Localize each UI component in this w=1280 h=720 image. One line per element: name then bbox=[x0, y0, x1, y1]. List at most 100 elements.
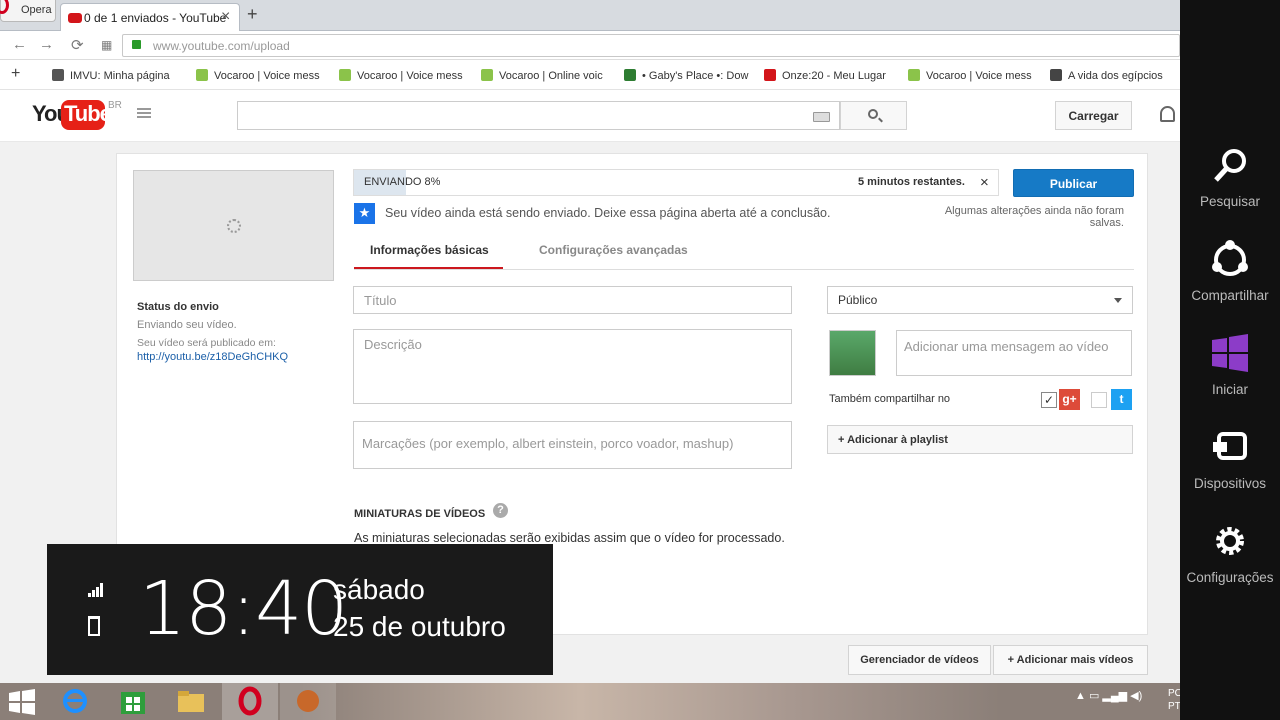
address-bar-row: ← → ⟳ ▦ www.youtube.com/upload bbox=[0, 31, 1180, 60]
charms-bar: Pesquisar Compartilhar Iniciar Dispositi… bbox=[1180, 0, 1280, 720]
privacy-value: Público bbox=[838, 293, 878, 307]
guide-menu-icon[interactable] bbox=[137, 112, 151, 114]
bookmark-favicon-icon bbox=[908, 69, 920, 81]
charm-devices-label: Dispositivos bbox=[1193, 476, 1267, 491]
loading-spinner-icon bbox=[227, 219, 241, 233]
app-glove-icon[interactable] bbox=[280, 683, 336, 720]
bookmark-favicon-icon bbox=[624, 69, 636, 81]
bookmark-favicon-icon bbox=[764, 69, 776, 81]
upload-status-title: Status do envio bbox=[137, 301, 219, 313]
clock-date: 25 de outubro bbox=[333, 611, 506, 642]
signal-icon bbox=[88, 583, 106, 597]
internet-explorer-icon[interactable] bbox=[60, 686, 90, 716]
bookmark-label: Vocaroo | Online voic bbox=[499, 70, 603, 82]
clock-overlay: 18:40 sábado 25 de outubro bbox=[47, 544, 553, 675]
upload-button[interactable]: Carregar bbox=[1055, 101, 1132, 130]
tab-basic-info[interactable]: Informações básicas bbox=[354, 243, 503, 270]
add-to-playlist-button[interactable]: + Adicionar à playlist bbox=[827, 425, 1133, 454]
notifications-bell-icon[interactable] bbox=[1160, 106, 1175, 122]
bookmark-item[interactable]: Vocaroo | Voice mess bbox=[908, 69, 1043, 82]
bookmarks-bar: + IMVU: Minha página Vocaroo | Voice mess… bbox=[0, 60, 1180, 90]
bookmark-favicon-icon bbox=[339, 69, 351, 81]
help-icon[interactable]: ? bbox=[493, 503, 508, 518]
thumbnails-heading: MINIATURAS DE VÍDEOS bbox=[354, 508, 486, 520]
charm-search-label: Pesquisar bbox=[1199, 194, 1261, 209]
publish-button[interactable]: Publicar bbox=[1013, 169, 1134, 197]
opera-logo-icon bbox=[0, 0, 9, 14]
back-icon[interactable]: ← bbox=[12, 36, 27, 53]
upload-notice: Seu vídeo ainda está sendo enviado. Deix… bbox=[385, 206, 831, 220]
search-input[interactable] bbox=[237, 101, 840, 130]
bookmark-label: IMVU: Minha página bbox=[70, 70, 170, 82]
twitter-icon: t bbox=[1111, 389, 1132, 410]
bookmark-item[interactable]: IMVU: Minha página bbox=[52, 69, 187, 82]
bookmark-item[interactable]: Onze:20 - Meu Lugar bbox=[764, 69, 899, 82]
new-tab-icon[interactable]: + bbox=[247, 4, 258, 25]
tab-advanced-settings[interactable]: Configurações avançadas bbox=[539, 243, 688, 257]
start-windows-icon[interactable] bbox=[8, 688, 36, 716]
logo-tube[interactable]: Tube bbox=[61, 100, 112, 130]
privacy-select[interactable]: Público bbox=[827, 286, 1133, 314]
bookmark-item[interactable]: Vocaroo | Voice mess bbox=[196, 69, 331, 82]
search-icon bbox=[868, 109, 878, 119]
gplus-share-checkbox[interactable]: ✓ bbox=[1041, 392, 1057, 408]
taskbar: ▲ ▭ ▂▄▆ ◀) PO PT bbox=[0, 683, 1180, 720]
video-short-link[interactable]: http://youtu.be/z18DeGhCHKQ bbox=[137, 351, 288, 363]
twitter-share-checkbox[interactable] bbox=[1091, 392, 1107, 408]
windows-icon bbox=[1212, 334, 1248, 372]
upload-status-text: Enviando seu vídeo. bbox=[137, 319, 237, 331]
publish-url-label: Seu vídeo será publicado em: bbox=[137, 337, 276, 349]
file-explorer-icon[interactable] bbox=[176, 686, 206, 716]
speed-dial-icon[interactable]: ▦ bbox=[101, 38, 112, 52]
bookmark-item[interactable]: Vocaroo | Online voic bbox=[481, 69, 616, 82]
channel-avatar bbox=[829, 330, 876, 376]
add-bookmark-icon[interactable]: + bbox=[11, 65, 20, 83]
tray-icons[interactable]: ▲ ▭ ▂▄▆ ◀) bbox=[1075, 689, 1142, 702]
share-also-label: Também compartilhar no bbox=[829, 393, 951, 405]
opera-taskbar-icon[interactable] bbox=[222, 683, 278, 720]
search-button[interactable] bbox=[840, 101, 907, 130]
bookmark-item[interactable]: A vida dos egípcios bbox=[1050, 69, 1170, 82]
clock-day: sábado bbox=[333, 574, 425, 605]
cancel-upload-icon[interactable]: × bbox=[980, 174, 989, 191]
url-path: /upload bbox=[250, 39, 290, 53]
tab-close-icon[interactable]: × bbox=[221, 8, 230, 26]
bookmark-label: Vocaroo | Voice mess bbox=[926, 70, 1032, 82]
language-indicator[interactable]: PO PT bbox=[1168, 687, 1180, 713]
logo-region: BR bbox=[108, 100, 122, 111]
tags-input[interactable]: Marcações (por exemplo, albert einstein,… bbox=[353, 421, 792, 469]
add-more-videos-button[interactable]: + Adicionar mais vídeos bbox=[993, 645, 1148, 675]
bookmark-label: Vocaroo | Voice mess bbox=[357, 70, 463, 82]
bookmark-label: A vida dos egípcios bbox=[1068, 70, 1163, 82]
charm-share-label: Compartilhar bbox=[1191, 288, 1269, 303]
opera-menu-button[interactable]: Opera bbox=[0, 0, 56, 22]
title-input[interactable]: Título bbox=[353, 286, 792, 314]
upload-progress-label: ENVIANDO 8% bbox=[364, 176, 441, 188]
bookmark-item[interactable]: • Gaby's Place •: Dow bbox=[624, 69, 759, 82]
browser-tab[interactable]: 0 de 1 enviados - YouTube × bbox=[60, 3, 240, 31]
charm-settings-label: Configurações bbox=[1186, 570, 1274, 585]
upload-progress-bar: ENVIANDO 8% 5 minutos restantes. × bbox=[353, 169, 999, 196]
bookmark-favicon-icon bbox=[52, 69, 64, 81]
store-icon[interactable] bbox=[118, 686, 148, 716]
star-info-icon: ★ bbox=[354, 203, 375, 224]
time-remaining: 5 minutos restantes. bbox=[858, 176, 965, 188]
browser-tab-bar: Opera 0 de 1 enviados - YouTube × + bbox=[0, 0, 1180, 31]
keyboard-icon[interactable] bbox=[813, 112, 830, 122]
youtube-header: You Tube BR Carregar bbox=[0, 90, 1180, 142]
forward-icon[interactable]: → bbox=[39, 36, 54, 53]
share-message-textarea[interactable]: Adicionar uma mensagem ao vídeo bbox=[896, 330, 1132, 376]
url-field[interactable]: www.youtube.com/upload bbox=[122, 34, 1180, 57]
bookmark-favicon-icon bbox=[196, 69, 208, 81]
reload-icon[interactable]: ⟳ bbox=[71, 36, 84, 54]
opera-menu-label: Opera bbox=[21, 4, 52, 16]
lock-icon bbox=[132, 40, 141, 49]
devices-icon bbox=[1213, 432, 1247, 460]
charm-start-label: Iniciar bbox=[1211, 382, 1248, 397]
description-textarea[interactable]: Descrição bbox=[353, 329, 792, 404]
bookmark-label: Onze:20 - Meu Lugar bbox=[782, 70, 886, 82]
gplus-icon: g+ bbox=[1059, 389, 1080, 410]
bookmark-item[interactable]: Vocaroo | Voice mess bbox=[339, 69, 474, 82]
bookmark-label: Vocaroo | Voice mess bbox=[214, 70, 320, 82]
video-manager-button[interactable]: Gerenciador de vídeos bbox=[848, 645, 991, 675]
